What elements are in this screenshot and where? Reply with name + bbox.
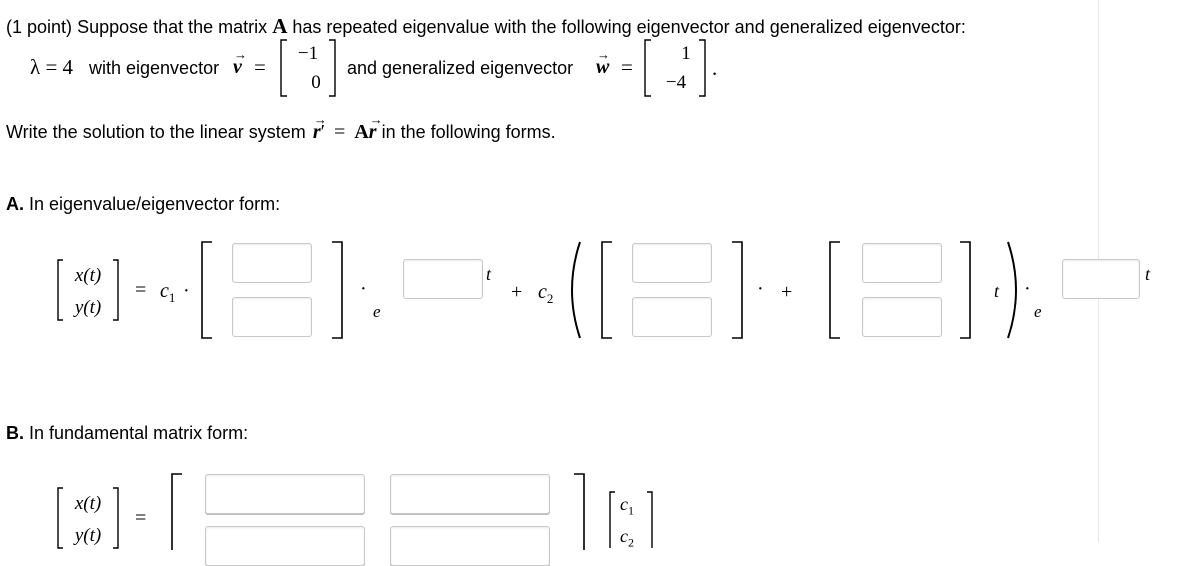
part-b-heading: B. In fundamental matrix form: — [6, 423, 248, 444]
intro-rest-text: has repeated eigenvalue with the followi… — [292, 17, 966, 37]
write-solution-text: Write the solution to the linear system — [6, 122, 306, 142]
part-a-dot-2: · — [360, 278, 367, 300]
w-equals: = — [621, 55, 633, 79]
part-a-y-of-t: y(t) — [73, 297, 101, 318]
system-r-symbol: → r — [368, 112, 383, 143]
with-eigenvector-text: with eigenvector — [89, 58, 220, 78]
part-b-label: B. — [6, 423, 24, 443]
part-a-c2: c2 — [538, 281, 554, 306]
w-entry-2: −4 — [666, 72, 687, 93]
eigenvector-matrix: −1 0 — [280, 39, 336, 97]
intro-text: Suppose that the matrix — [77, 17, 268, 37]
part-b-matrix-entry-12-input[interactable] — [390, 474, 550, 514]
part-a-plus-1: + — [511, 281, 523, 303]
w-symbol: → w — [596, 47, 610, 78]
problem-intro-line: (1 point) Suppose that the matrix A has … — [6, 14, 966, 39]
part-b-x-of-t: x(t) — [74, 493, 101, 514]
r-symbol: → r — [312, 112, 327, 143]
write-solution-line: Write the solution to the linear system … — [6, 112, 556, 144]
lambda-equals: = — [45, 55, 58, 79]
part-a-exponent-2-input[interactable] — [1062, 259, 1140, 299]
part-b-title: In fundamental matrix form: — [29, 423, 249, 443]
part-a-right-paren — [1007, 241, 1017, 339]
part-a-heading: A. In eigenvalue/eigenvector form: — [6, 194, 280, 215]
part-b-matrix-entry-22-input[interactable] — [390, 526, 550, 566]
part-b-matrix-entry-21-input[interactable] — [205, 526, 365, 566]
part-a-v3-entry-2-input[interactable] — [862, 297, 942, 337]
part-a-v2-entry-2-input[interactable] — [632, 297, 712, 337]
part-b-c1: c1 — [620, 494, 634, 518]
part-a-title: In eigenvalue/eigenvector form: — [29, 194, 281, 214]
system-matrix-symbol: A — [354, 121, 369, 143]
part-a-dot-4: · — [1024, 278, 1031, 300]
system-equals: = — [334, 121, 346, 143]
part-a-v1-entry-1-input[interactable] — [232, 243, 312, 283]
part-a-t-1: t — [486, 264, 492, 284]
part-b-equals: = — [135, 507, 147, 529]
and-generalized-text: and generalized eigenvector — [347, 58, 574, 78]
lambda-symbol: λ — [30, 55, 41, 79]
part-a-plus-2: + — [781, 281, 793, 303]
points-label: (1 point) — [6, 17, 73, 37]
part-a-t-2: t — [994, 281, 1000, 301]
problem-panel: (1 point) Suppose that the matrix A has … — [0, 0, 1099, 566]
part-a-xy-vector: x(t) y(t) — [57, 259, 119, 321]
matrix-symbol: A — [272, 14, 288, 38]
v-equals: = — [254, 55, 266, 79]
part-a-exponent-1-input[interactable] — [403, 259, 483, 299]
v-entry-1: −1 — [298, 43, 318, 64]
part-b-y-of-t: y(t) — [73, 525, 101, 546]
statement-period: . — [712, 56, 718, 80]
w-entry-1: 1 — [681, 43, 691, 64]
lambda-value: 4 — [62, 55, 74, 79]
part-a-equals: = — [135, 279, 147, 301]
part-a-v2-entry-1-input[interactable] — [632, 243, 712, 283]
part-a-v3-entry-1-input[interactable] — [862, 243, 942, 283]
part-a-label: A. — [6, 194, 24, 214]
following-forms-text: in the following forms. — [381, 122, 556, 142]
part-a-left-paren — [571, 241, 581, 339]
part-a-t-3: t — [1145, 264, 1151, 284]
part-a-v1-entry-2-input[interactable] — [232, 297, 312, 337]
part-b-matrix-entry-11-input[interactable] — [205, 474, 365, 514]
part-b-c2: c2 — [620, 526, 634, 550]
part-a-dot-3: · — [757, 278, 764, 300]
part-a-c1: c1 — [160, 280, 176, 305]
lambda-expression: λ = 4 — [30, 55, 73, 80]
v-entry-2: 0 — [311, 72, 321, 93]
part-a-dot-1: · — [183, 280, 190, 302]
part-a-x-of-t: x(t) — [74, 265, 101, 286]
part-a-e-1: e — [373, 302, 381, 321]
generalized-eigenvector-matrix: 1 −4 — [644, 39, 706, 97]
v-symbol: → v — [233, 47, 247, 78]
part-a-e-2: e — [1034, 302, 1042, 321]
